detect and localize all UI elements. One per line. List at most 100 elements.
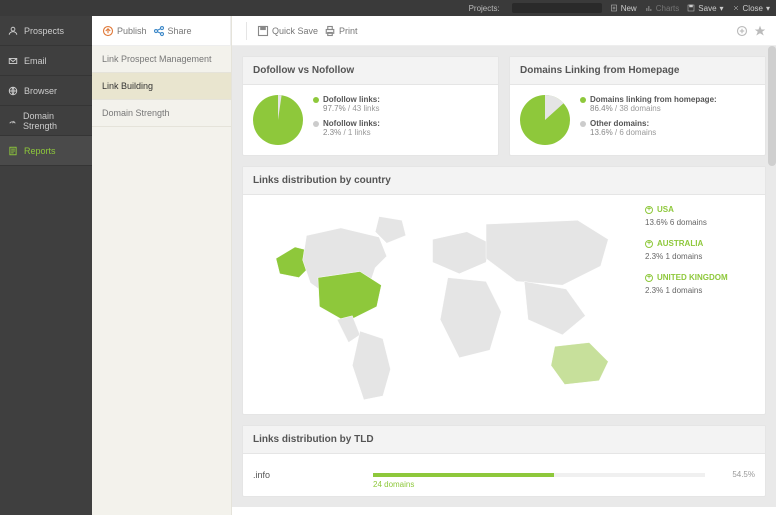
sidebar-item-prospects[interactable]: Prospects — [0, 16, 92, 46]
legend-pct: 86.4% — [590, 104, 613, 113]
star-icon[interactable] — [754, 25, 766, 37]
charts-icon — [645, 4, 653, 12]
card-tld: Links distribution by TLD .info 24 domai… — [242, 425, 766, 497]
sidebar-item-reports[interactable]: Reports — [0, 136, 92, 166]
tld-count: 24 domains — [373, 480, 414, 489]
new-button[interactable]: New — [610, 4, 637, 13]
sidebar-item-label: Browser — [24, 86, 57, 96]
project-selector[interactable] — [512, 3, 602, 13]
legend-label: Other domains: — [590, 119, 649, 128]
legend-label: Dofollow links: — [323, 95, 380, 104]
country-name: USA — [657, 205, 674, 214]
globe-icon — [8, 86, 18, 96]
envelope-icon — [8, 56, 18, 66]
projects-label: Projects: — [469, 4, 500, 13]
card-title: Links distribution by TLD — [243, 426, 765, 454]
quicksave-button[interactable]: Quick Save — [257, 25, 318, 37]
publish-label: Publish — [117, 26, 147, 36]
publish-button[interactable]: Publish — [102, 25, 147, 37]
subnav-item-link-prospect[interactable]: Link Prospect Management — [92, 46, 231, 73]
print-icon — [324, 25, 336, 37]
country-stat: 2.3% 1 domains — [645, 286, 755, 295]
quicksave-label: Quick Save — [272, 26, 318, 36]
country-item: + USA 13.6% 6 domains — [645, 205, 755, 227]
country-stat: 13.6% 6 domains — [645, 218, 755, 227]
card-map: Links distribution by country — [242, 166, 766, 415]
share-icon — [153, 25, 165, 37]
card-dofollow: Dofollow vs Nofollow Dofollow links: — [242, 56, 499, 156]
card-title: Links distribution by country — [243, 167, 765, 195]
sidebar-item-label: Domain Strength — [23, 111, 84, 131]
world-map — [253, 205, 635, 404]
legend-extra: / 38 domains — [613, 104, 661, 113]
save-icon — [257, 25, 269, 37]
tld-label: .info — [253, 470, 363, 480]
new-icon — [610, 4, 618, 12]
pie-chart-dofollow — [253, 95, 303, 145]
print-button[interactable]: Print — [324, 25, 358, 37]
legend-pct: 2.3% — [323, 128, 341, 137]
sidebar-item-domain-strength[interactable]: Domain Strength — [0, 106, 92, 136]
legend-dot-green — [580, 97, 586, 103]
card-title: Dofollow vs Nofollow — [243, 57, 498, 85]
charts-button[interactable]: Charts — [645, 4, 680, 13]
topbar: Projects: New Charts Save ▾ Close ▾ — [0, 0, 776, 16]
sidebar-item-browser[interactable]: Browser — [0, 76, 92, 106]
new-label: New — [621, 4, 637, 13]
report-icon — [8, 146, 18, 156]
card-homepage: Domains Linking from Homepage Domains li… — [509, 56, 766, 156]
country-item: + UNITED KINGDOM 2.3% 1 domains — [645, 273, 755, 295]
chevron-down-icon: ▾ — [720, 4, 724, 13]
country-name: AUSTRALIA — [657, 239, 703, 248]
close-button[interactable]: Close ▾ — [732, 4, 770, 13]
save-icon — [687, 4, 695, 12]
country-item: + AUSTRALIA 2.3% 1 domains — [645, 239, 755, 261]
legend-dot-grey — [580, 121, 586, 127]
share-button[interactable]: Share — [153, 25, 192, 37]
chevron-down-icon: ▾ — [766, 4, 770, 13]
content-toolbar: Quick Save Print — [232, 16, 776, 46]
sidebar-item-label: Prospects — [24, 26, 64, 36]
legend-extra: / 1 links — [341, 128, 370, 137]
sidebar-item-email[interactable]: Email — [0, 46, 92, 76]
legend-label: Domains linking from homepage: — [590, 95, 717, 104]
plus-icon: + — [645, 240, 653, 248]
publish-icon — [102, 25, 114, 37]
sidebar: Prospects Email Browser Domain Strength … — [0, 16, 92, 515]
country-name: UNITED KINGDOM — [657, 273, 728, 282]
plus-icon: + — [645, 206, 653, 214]
subnav-item-domain-strength[interactable]: Domain Strength — [92, 100, 231, 127]
sidebar-item-label: Email — [24, 56, 47, 66]
legend-label: Nofollow links: — [323, 119, 380, 128]
print-label: Print — [339, 26, 358, 36]
share-label: Share — [168, 26, 192, 36]
close-label: Close — [743, 4, 763, 13]
pie-chart-homepage — [520, 95, 570, 145]
legend-extra: / 43 links — [346, 104, 380, 113]
tld-bar — [373, 473, 554, 477]
charts-label: Charts — [656, 4, 680, 13]
legend-pct: 97.7% — [323, 104, 346, 113]
legend-pct: 13.6% — [590, 128, 613, 137]
legend-dot-grey — [313, 121, 319, 127]
tld-row: .info 24 domains 54.5% — [253, 464, 755, 486]
plus-icon: + — [645, 274, 653, 282]
plus-circle-icon[interactable] — [736, 25, 748, 37]
country-toggle[interactable]: + AUSTRALIA — [645, 239, 755, 248]
save-label: Save — [698, 4, 716, 13]
save-button[interactable]: Save ▾ — [687, 4, 723, 13]
country-stat: 2.3% 1 domains — [645, 252, 755, 261]
tld-pct: 54.5% — [715, 470, 755, 479]
country-toggle[interactable]: + USA — [645, 205, 755, 214]
gauge-icon — [8, 116, 17, 126]
scrollbar[interactable] — [768, 46, 776, 166]
subnav-item-link-building[interactable]: Link Building — [92, 73, 231, 100]
legend-extra: / 6 domains — [613, 128, 657, 137]
user-icon — [8, 26, 18, 36]
country-toggle[interactable]: + UNITED KINGDOM — [645, 273, 755, 282]
legend-dot-green — [313, 97, 319, 103]
close-icon — [732, 4, 740, 12]
content: Quick Save Print Dofollow vs Nofollow — [232, 16, 776, 515]
card-title: Domains Linking from Homepage — [510, 57, 765, 85]
sidebar-item-label: Reports — [24, 146, 56, 156]
